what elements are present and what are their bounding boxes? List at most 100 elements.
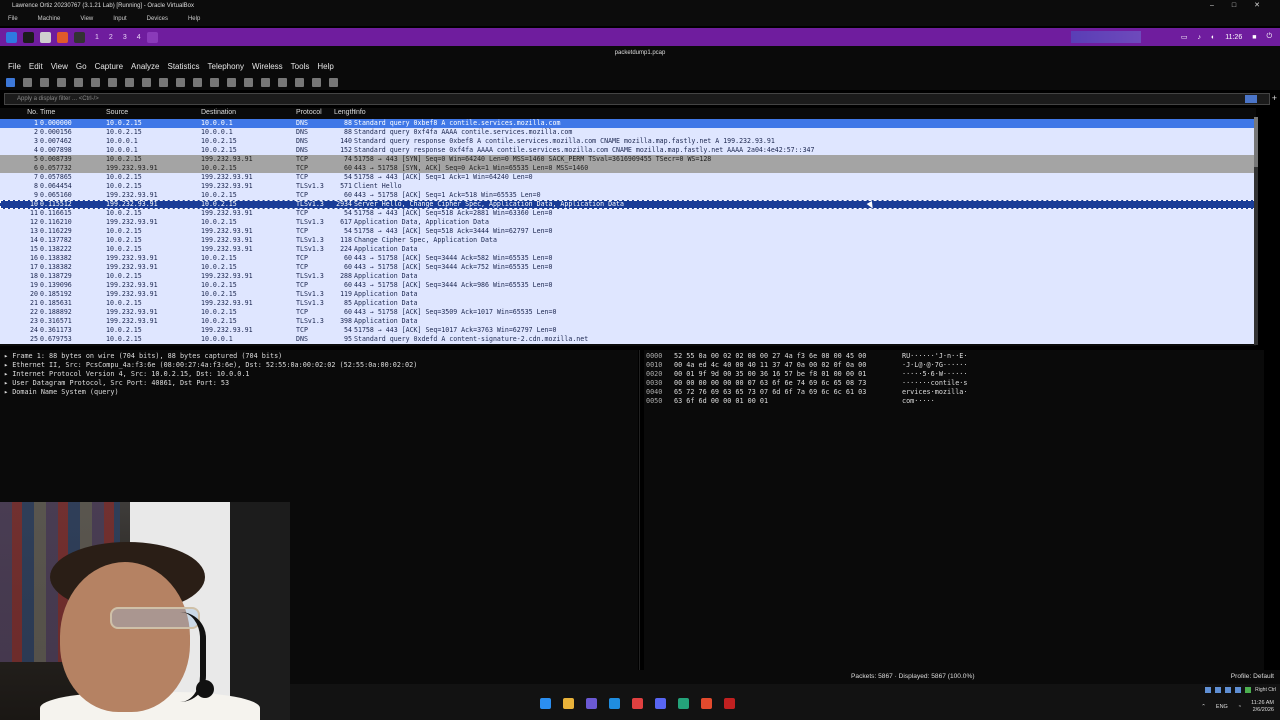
packet-row[interactable]: 14 0.137782 10.0.2.15 199.232.93.91 TLSv1.3 1… [0,236,1256,245]
detail-dns[interactable]: ▸ Domain Name System (query) [4,388,634,397]
bell-icon[interactable]: ♪ [1197,34,1201,41]
packet-list-scrollbar[interactable] [1254,117,1258,345]
packet-row[interactable]: 1 0.000000 10.0.2.15 10.0.0.1 DNS 88 Standard … [0,119,1256,128]
scroll-thumb[interactable] [1254,117,1258,167]
open-file-icon[interactable] [74,77,83,87]
packet-row[interactable]: 19 0.139096 199.232.93.91 10.0.2.15 TCP 60 443… [0,281,1256,290]
workspace-2[interactable]: 2 [109,34,113,41]
terminal-icon[interactable] [74,31,85,43]
packet-row[interactable]: 8 0.064454 10.0.2.15 199.232.93.91 TLSv1.3 57… [0,182,1256,191]
menu-capture[interactable]: Capture [95,60,123,74]
menu-view[interactable]: View [51,60,68,74]
hex-row[interactable]: 0050 63 6f 6d 00 00 01 00 01 com····· [646,397,1262,406]
pane-splitter[interactable] [639,350,640,670]
packet-row[interactable]: 11 0.116615 10.0.2.15 199.232.93.91 TCP 54 517… [0,209,1256,218]
packet-row[interactable]: 12 0.116210 199.232.93.91 10.0.2.15 TLSv1.3 6… [0,218,1256,227]
col-time[interactable]: Time [40,108,106,118]
discord-icon[interactable] [655,698,666,709]
volume-icon[interactable]: ◐ [1211,34,1215,41]
detail-ip[interactable]: ▸ Internet Protocol Version 4, Src: 10.0… [4,370,634,379]
packet-row[interactable]: 18 0.138729 10.0.2.15 199.232.93.91 TLSv1.3 2… [0,272,1256,281]
chrome-icon[interactable] [701,698,712,709]
vbox-menu-machine[interactable]: Machine [38,12,61,26]
first-packet-icon[interactable] [210,77,219,87]
hex-row[interactable]: 0030 00 00 00 00 00 00 07 63 6f 6e 74 69 … [646,379,1262,388]
hex-row[interactable]: 0020 00 01 9f 9d 00 35 00 36 16 57 be f8 … [646,370,1262,379]
workspace-4[interactable]: 4 [137,34,141,41]
vbox-menu-help[interactable]: Help [188,12,200,26]
go-forward-icon[interactable] [176,77,185,87]
col-info[interactable]: Info [354,108,1256,118]
desktop-icon[interactable] [23,31,34,43]
stop-capture-icon[interactable] [23,77,32,87]
detail-ethernet[interactable]: ▸ Ethernet II, Src: PcsCompu_4a:f3:6e (0… [4,361,634,370]
language-indicator[interactable]: ENG [1216,704,1228,710]
hex-row[interactable]: 0010 00 4a ed 4c 40 00 40 11 37 47 0a 00 … [646,361,1262,370]
find-packet-icon[interactable] [142,77,151,87]
go-back-icon[interactable] [159,77,168,87]
packet-row[interactable]: 13 0.116229 10.0.2.15 199.232.93.91 TCP 54 517… [0,227,1256,236]
hex-row[interactable]: 0000 52 55 0a 00 02 02 08 00 27 4a f3 6e … [646,352,1262,361]
kali-menu-icon[interactable] [6,31,17,43]
edge-icon[interactable] [609,698,620,709]
col-protocol[interactable]: Protocol [296,108,334,118]
capture-options-icon[interactable] [57,77,66,87]
opera-icon[interactable] [632,698,643,709]
packet-row[interactable]: 7 0.057865 10.0.2.15 199.232.93.91 TCP 54 5175… [0,173,1256,182]
vbox-cpu-icon[interactable] [1245,687,1252,693]
menu-file[interactable]: File [8,60,21,74]
wifi-icon[interactable]: ◔ [1238,704,1241,710]
vbox-menu-devices[interactable]: Devices [147,12,168,26]
packet-row[interactable]: 25 0.679753 10.0.2.15 10.0.0.1 DNS 95 Standard… [0,335,1256,344]
teams-icon[interactable] [586,698,597,709]
vbox-menu-file[interactable]: File [8,12,18,26]
packet-row[interactable]: 20 0.185192 199.232.93.91 10.0.2.15 TLSv1.3 1… [0,290,1256,299]
packet-row[interactable]: 2 0.000156 10.0.2.15 10.0.0.1 DNS 88 Standard … [0,128,1256,137]
detail-frame[interactable]: ▸ Frame 1: 88 bytes on wire (704 bits), … [4,352,634,361]
vbox-usb-icon[interactable] [1235,687,1242,693]
go-to-packet-icon[interactable] [193,77,202,87]
explorer-icon[interactable] [563,698,574,709]
close-file-icon[interactable] [108,77,117,87]
vbox-menu-view[interactable]: View [80,12,93,26]
vbox-hdd-icon[interactable] [1205,687,1212,693]
taskbar-clock[interactable]: 11:26 AM 2/6/2026 [1251,700,1274,714]
windows-start-icon[interactable] [540,698,551,709]
packet-row[interactable]: 22 0.188892 199.232.93.91 10.0.2.15 TCP 60 443… [0,308,1256,317]
zoom-in-icon[interactable] [278,77,287,87]
maximize-icon[interactable]: □ [1232,0,1236,12]
save-file-icon[interactable] [91,77,100,87]
last-packet-icon[interactable] [227,77,236,87]
reload-icon[interactable] [125,77,134,87]
tray-chevron-icon[interactable]: ⌃ [1201,704,1206,710]
normal-size-icon[interactable] [312,77,321,87]
obs-icon[interactable] [724,698,735,709]
packet-row[interactable]: 21 0.185631 10.0.2.15 199.232.93.91 TLSv1.3 8… [0,299,1256,308]
col-source[interactable]: Source [106,108,201,118]
workspace-3[interactable]: 3 [123,34,127,41]
vbox-optical-icon[interactable] [1215,687,1222,693]
detail-udp[interactable]: ▸ User Datagram Protocol, Src Port: 4086… [4,379,634,388]
packet-row[interactable]: 24 0.361173 10.0.2.15 199.232.93.91 TCP 54 517… [0,326,1256,335]
vbox-menu-input[interactable]: Input [113,12,126,26]
profile-label[interactable]: Profile: Default [1231,670,1274,684]
start-capture-icon[interactable] [6,77,15,87]
lock-icon[interactable]: ■ [1252,34,1256,41]
vscode-icon[interactable] [678,698,689,709]
menu-tools[interactable]: Tools [291,60,310,74]
filter-bookmark-icon[interactable] [1245,95,1257,103]
file-manager-icon[interactable] [40,31,51,43]
power-icon[interactable]: ⏻ [1266,33,1272,41]
menu-analyze[interactable]: Analyze [131,60,159,74]
col-destination[interactable]: Destination [201,108,296,118]
packet-row[interactable]: 9 0.065160 199.232.93.91 10.0.2.15 TCP 60 443 … [0,191,1256,200]
menu-statistics[interactable]: Statistics [168,60,200,74]
display-filter-input[interactable]: Apply a display filter ... <Ctrl-/> + [4,93,1277,105]
menu-go[interactable]: Go [76,60,87,74]
menu-telephony[interactable]: Telephony [208,60,244,74]
network-icon[interactable]: ▭ [1181,33,1188,41]
minimize-icon[interactable]: – [1210,0,1214,12]
autoscroll-icon[interactable] [244,77,253,87]
colorize-icon[interactable] [261,77,270,87]
packet-row[interactable]: 4 0.007898 10.0.0.1 10.0.2.15 DNS 152 Standard… [0,146,1256,155]
